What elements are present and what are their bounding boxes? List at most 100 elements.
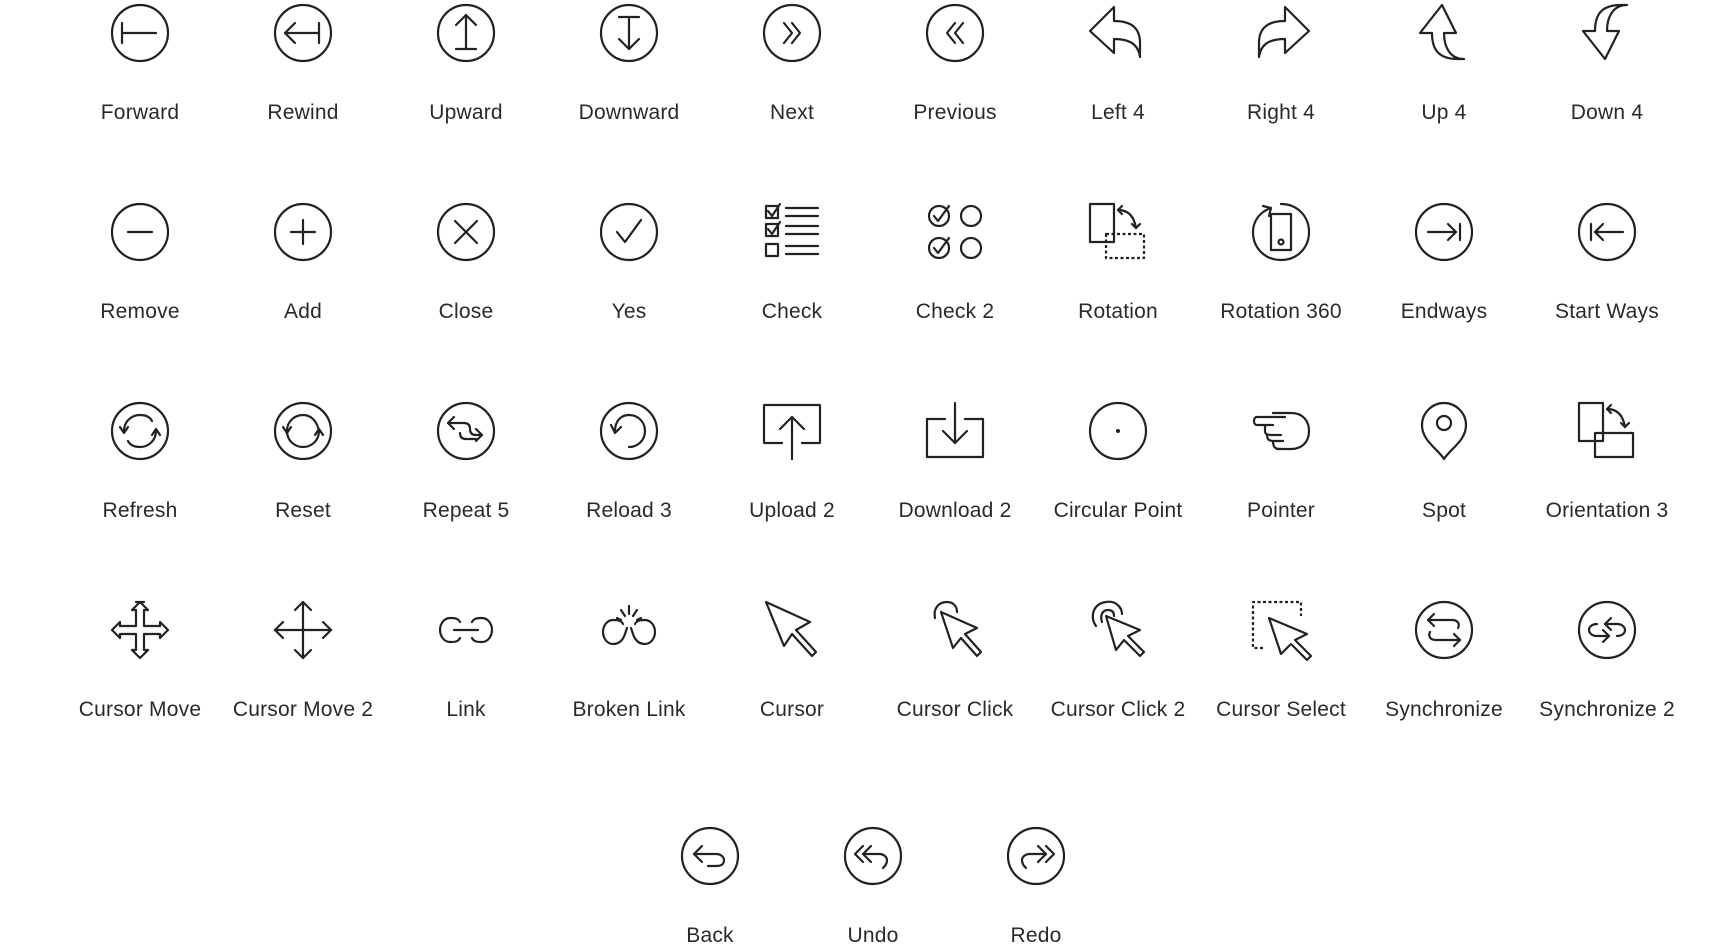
pointer-icon-graphic <box>1252 411 1311 451</box>
icon-tile[interactable]: Orientation 3 <box>1527 401 1687 524</box>
refresh-icon-graphic <box>110 401 170 461</box>
download-2-icon <box>925 401 985 461</box>
icon-tile[interactable]: Endways <box>1364 202 1524 325</box>
icon-label: Reload 3 <box>586 499 672 522</box>
icon-tile[interactable]: Previous <box>875 3 1035 126</box>
icon-label: Close <box>438 300 494 323</box>
upward-icon-graphic <box>436 3 496 63</box>
icon-label: Upward <box>429 101 503 124</box>
icon-tile[interactable]: Up 4 <box>1364 3 1524 126</box>
icon-tile[interactable]: Upload 2 <box>712 401 872 524</box>
icon-label: Synchronize 2 <box>1539 698 1675 721</box>
rotation-360-icon-graphic <box>1251 202 1311 262</box>
icon-tile[interactable]: Downward <box>549 3 709 126</box>
icon-label: Previous <box>913 101 997 124</box>
up-4-icon <box>1414 3 1474 63</box>
icon-tile[interactable]: Synchronize 2 <box>1527 600 1687 723</box>
icon-label: Cursor Select <box>1216 698 1346 721</box>
icon-tile[interactable]: Cursor Move 2 <box>223 600 383 723</box>
icon-tile[interactable]: Pointer <box>1201 401 1361 524</box>
icon-tile[interactable]: Synchronize <box>1364 600 1524 723</box>
upward-icon <box>436 3 496 63</box>
rotation-360-icon <box>1251 202 1311 262</box>
icon-tile[interactable]: Redo <box>956 826 1116 949</box>
endways-icon-graphic <box>1414 202 1474 262</box>
back-icon <box>680 826 740 886</box>
icon-label: Synchronize <box>1385 698 1503 721</box>
icon-tile[interactable]: Reset <box>223 401 383 524</box>
icon-label: Check 2 <box>915 300 995 323</box>
icon-label: Cursor <box>759 698 825 721</box>
icon-tile[interactable]: Rotation 360 <box>1201 202 1361 325</box>
icon-tile[interactable]: Reload 3 <box>549 401 709 524</box>
down-4-icon-graphic <box>1581 3 1629 61</box>
icon-tile[interactable]: Cursor Move <box>60 600 220 723</box>
endways-icon <box>1414 202 1474 262</box>
right-4-icon-graphic <box>1257 5 1311 59</box>
icon-tile[interactable]: Circular Point <box>1038 401 1198 524</box>
icon-tile[interactable]: Left 4 <box>1038 3 1198 126</box>
reload-3-icon-graphic <box>599 401 659 461</box>
downward-icon-graphic <box>599 3 659 63</box>
next-icon-graphic <box>762 3 822 63</box>
icon-tile[interactable]: Close <box>386 202 546 325</box>
icon-tile[interactable]: Link <box>386 600 546 723</box>
icon-tile[interactable]: Download 2 <box>875 401 1035 524</box>
icon-label: Yes <box>611 300 647 323</box>
icon-label: Pointer <box>1247 499 1315 522</box>
icon-tile[interactable]: Rewind <box>223 3 383 126</box>
spot-icon-graphic <box>1420 401 1468 461</box>
icon-tile[interactable]: Check 2 <box>875 202 1035 325</box>
icon-tile[interactable]: Remove <box>60 202 220 325</box>
icon-tile[interactable]: Back <box>630 826 790 949</box>
icon-tile[interactable]: Undo <box>793 826 953 949</box>
icon-tile[interactable]: Cursor Select <box>1201 600 1361 723</box>
cursor-icon-graphic <box>764 600 818 658</box>
cursor-click-2-icon-graphic <box>1091 600 1146 658</box>
cursor-move-2-icon <box>273 600 333 660</box>
check-2-icon <box>925 202 985 262</box>
icon-tile[interactable]: Broken Link <box>549 600 709 723</box>
icon-tile[interactable]: Forward <box>60 3 220 126</box>
download-2-icon-graphic <box>925 401 985 459</box>
icon-label: Circular Point <box>1053 499 1183 522</box>
rotation-icon <box>1088 202 1148 262</box>
icon-tile[interactable]: Refresh <box>60 401 220 524</box>
icon-label: Download 2 <box>898 499 1012 522</box>
remove-icon-graphic <box>110 202 170 262</box>
icon-tile[interactable]: Check <box>712 202 872 325</box>
undo-icon-graphic <box>843 826 903 886</box>
synchronize-2-icon <box>1577 600 1637 660</box>
repeat-5-icon <box>436 401 496 461</box>
icon-tile[interactable]: Add <box>223 202 383 325</box>
check-icon-graphic <box>764 202 820 258</box>
icon-tile[interactable]: Right 4 <box>1201 3 1361 126</box>
icon-label: Link <box>446 698 486 721</box>
icon-tile[interactable]: Cursor Click <box>875 600 1035 723</box>
reload-3-icon <box>599 401 659 461</box>
icon-tile[interactable]: Next <box>712 3 872 126</box>
icon-label: Spot <box>1422 499 1466 522</box>
icon-label: Forward <box>100 101 180 124</box>
check-icon <box>762 202 822 262</box>
icon-tile[interactable]: Rotation <box>1038 202 1198 325</box>
icon-tile[interactable]: Start Ways <box>1527 202 1687 325</box>
icon-tile[interactable]: Spot <box>1364 401 1524 524</box>
icon-label: Rotation <box>1078 300 1158 323</box>
icon-tile[interactable]: Cursor <box>712 600 872 723</box>
icon-label: Endways <box>1400 300 1488 323</box>
icon-tile[interactable]: Upward <box>386 3 546 126</box>
icon-tile[interactable]: Cursor Click 2 <box>1038 600 1198 723</box>
back-icon-graphic <box>680 826 740 886</box>
icon-tile[interactable]: Yes <box>549 202 709 325</box>
cursor-move-2-icon-graphic <box>273 600 333 660</box>
redo-icon <box>1006 826 1066 886</box>
right-4-icon <box>1251 3 1311 63</box>
cursor-click-icon <box>925 600 985 660</box>
icon-tile[interactable]: Down 4 <box>1527 3 1687 126</box>
icon-tile[interactable]: Repeat 5 <box>386 401 546 524</box>
add-icon-graphic <box>273 202 333 262</box>
repeat-5-icon-graphic <box>436 401 496 461</box>
forward-icon-graphic <box>110 3 170 63</box>
synchronize-icon <box>1414 600 1474 660</box>
